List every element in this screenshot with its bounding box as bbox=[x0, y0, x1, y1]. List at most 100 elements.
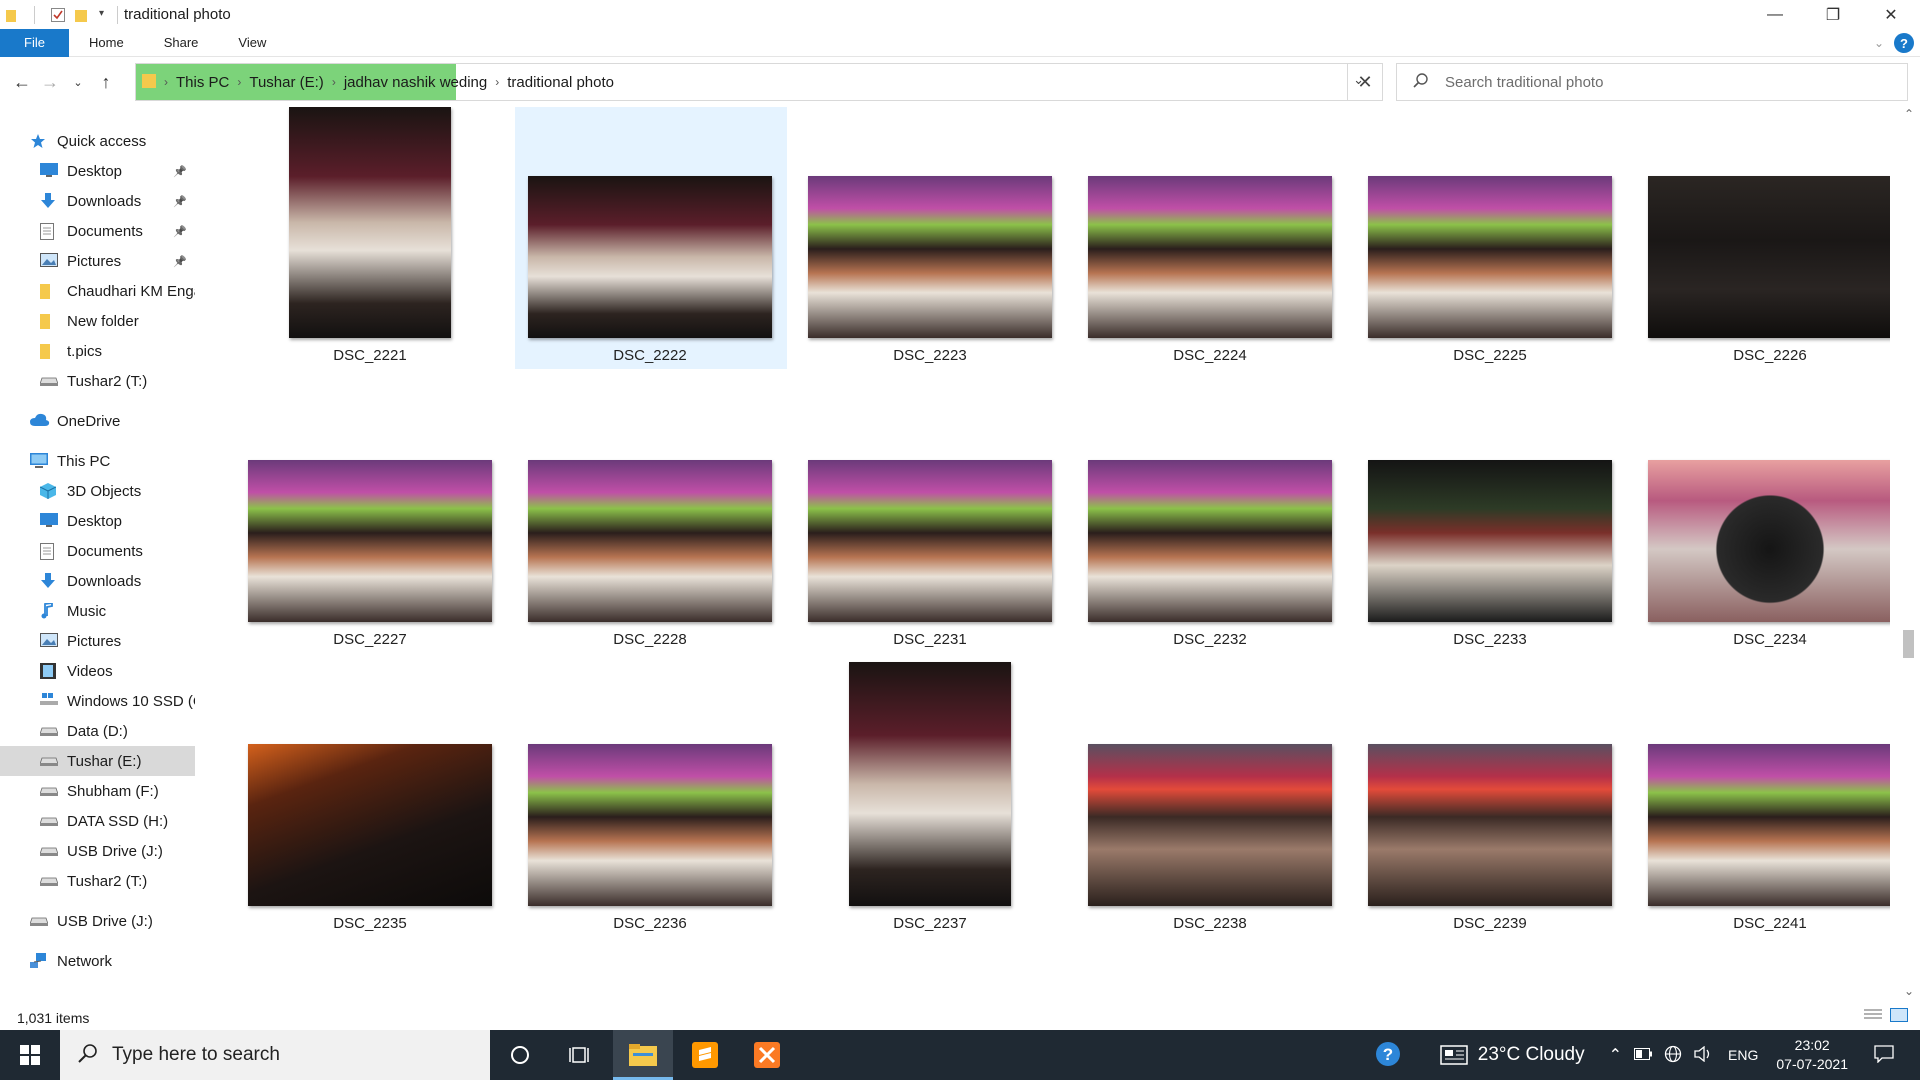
sidebar-item[interactable]: OneDrive bbox=[0, 406, 195, 436]
sidebar-item[interactable]: Shubham (F:) bbox=[0, 776, 195, 806]
photo-preview bbox=[1088, 460, 1332, 622]
sidebar-item[interactable]: Desktop bbox=[0, 506, 195, 536]
xampp-taskbar-button[interactable] bbox=[737, 1030, 797, 1080]
sidebar-item[interactable]: Network bbox=[0, 946, 195, 976]
tab-share[interactable]: Share bbox=[144, 29, 219, 57]
sidebar-item[interactable]: USB Drive (J:) bbox=[0, 836, 195, 866]
sidebar-item-label: This PC bbox=[57, 452, 111, 470]
tab-file[interactable]: File bbox=[0, 28, 69, 57]
drive-icon bbox=[39, 783, 59, 799]
sidebar-item[interactable]: Documents bbox=[0, 536, 195, 566]
vertical-scrollbar[interactable]: ⌃ ⌄ bbox=[1898, 107, 1920, 1000]
close-button[interactable]: ✕ bbox=[1862, 0, 1920, 29]
taskbar-search[interactable] bbox=[60, 1030, 490, 1080]
file-name: DSC_2238 bbox=[1173, 915, 1247, 932]
sidebar-item[interactable]: USB Drive (J:) bbox=[0, 906, 195, 936]
breadcrumb-drive[interactable]: Tushar (E:) bbox=[243, 74, 329, 91]
item-count: 1,031 items bbox=[17, 1009, 90, 1026]
sidebar-item[interactable]: Data (D:) bbox=[0, 716, 195, 746]
help-icon[interactable]: ? bbox=[1894, 33, 1914, 53]
volume-icon[interactable] bbox=[1694, 1045, 1714, 1065]
weather-widget[interactable]: 23°C Cloudy bbox=[1440, 1044, 1585, 1066]
scrollbar-thumb[interactable] bbox=[1903, 630, 1914, 658]
sidebar-item[interactable]: Videos bbox=[0, 656, 195, 686]
breadcrumb-folder[interactable]: jadhav nashik weding bbox=[338, 74, 493, 91]
tab-home[interactable]: Home bbox=[69, 29, 144, 57]
chevron-right-icon[interactable]: › bbox=[493, 75, 501, 89]
scroll-down-icon[interactable]: ⌄ bbox=[1904, 984, 1914, 998]
pin-icon: 📌 bbox=[173, 165, 187, 178]
scroll-up-icon[interactable]: ⌃ bbox=[1904, 107, 1914, 121]
sidebar-item-label: DATA SSD (H:) bbox=[67, 812, 169, 830]
new-folder-icon[interactable] bbox=[75, 8, 89, 22]
chevron-right-icon[interactable]: › bbox=[235, 75, 243, 89]
details-view-icon[interactable] bbox=[1864, 1008, 1882, 1027]
network-icon bbox=[30, 953, 48, 969]
desktop-icon bbox=[40, 163, 58, 179]
back-arrow-icon[interactable]: ← bbox=[8, 67, 36, 97]
file-explorer-window: ▾ traditional photo — ❐ ✕ File Home Shar… bbox=[0, 0, 1920, 1080]
minimize-button[interactable]: — bbox=[1746, 0, 1804, 29]
sidebar-item[interactable]: Documents 📌 bbox=[0, 216, 195, 246]
large-icons-view-icon[interactable] bbox=[1890, 1008, 1908, 1027]
sidebar-item[interactable]: Pictures 📌 bbox=[0, 246, 195, 276]
sidebar-item[interactable]: Music bbox=[0, 596, 195, 626]
sidebar-item[interactable]: This PC bbox=[0, 446, 195, 476]
expand-ribbon-icon[interactable]: ⌄ bbox=[1874, 36, 1884, 50]
search-input[interactable] bbox=[1445, 73, 1885, 91]
sidebar-item[interactable]: Quick access bbox=[0, 126, 195, 156]
video-icon bbox=[40, 663, 58, 679]
sidebar-item[interactable]: t.pics bbox=[0, 336, 195, 366]
task-view-button[interactable] bbox=[550, 1030, 610, 1080]
sidebar-item[interactable]: 3D Objects bbox=[0, 476, 195, 506]
sidebar-item[interactable]: Chaudhari KM Enga bbox=[0, 276, 195, 306]
maximize-button[interactable]: ❐ bbox=[1804, 0, 1862, 29]
download-icon bbox=[40, 573, 58, 589]
cortana-button[interactable] bbox=[490, 1030, 550, 1080]
sidebar-item[interactable]: Tushar (E:) bbox=[0, 746, 195, 776]
file-explorer-taskbar-button[interactable] bbox=[613, 1030, 673, 1080]
notifications-icon[interactable] bbox=[1874, 1044, 1894, 1066]
sidebar-item-label: Documents bbox=[67, 222, 143, 240]
breadcrumb-current[interactable]: traditional photo bbox=[501, 74, 620, 91]
properties-icon[interactable] bbox=[51, 7, 65, 22]
sidebar-item[interactable]: Desktop 📌 bbox=[0, 156, 195, 186]
title-bar: ▾ traditional photo — ❐ ✕ bbox=[0, 0, 1920, 29]
sidebar-item[interactable]: New folder bbox=[0, 306, 195, 336]
search-icon bbox=[78, 1043, 98, 1068]
input-language[interactable]: ENG bbox=[1728, 1047, 1758, 1063]
chevron-right-icon[interactable]: › bbox=[330, 75, 338, 89]
sidebar-item[interactable]: Windows 10 SSD (C bbox=[0, 686, 195, 716]
sidebar-item[interactable]: Downloads 📌 bbox=[0, 186, 195, 216]
forward-arrow-icon[interactable]: → bbox=[36, 67, 64, 97]
sublime-text-taskbar-button[interactable] bbox=[675, 1030, 735, 1080]
start-button[interactable] bbox=[0, 1030, 60, 1080]
sidebar-item[interactable]: Tushar2 (T:) bbox=[0, 366, 195, 396]
sidebar-item-label: Quick access bbox=[57, 132, 147, 150]
recent-locations-icon[interactable]: ⌄ bbox=[64, 67, 92, 97]
battery-icon[interactable] bbox=[1634, 1047, 1653, 1063]
download-icon bbox=[40, 193, 58, 209]
network-globe-icon[interactable] bbox=[1664, 1045, 1682, 1066]
stop-button[interactable]: ✕ bbox=[1347, 63, 1383, 101]
clock[interactable]: 23:02 07-07-2021 bbox=[1776, 1036, 1848, 1074]
windows-drive-icon bbox=[40, 693, 58, 709]
sidebar-item-label: Tushar (E:) bbox=[67, 752, 142, 770]
file-explorer-icon bbox=[629, 1044, 657, 1066]
taskbar-search-input[interactable] bbox=[112, 1044, 452, 1066]
breadcrumb-this-pc[interactable]: This PC bbox=[170, 74, 235, 91]
address-bar[interactable]: › This PC › Tushar (E:) › jadhav nashik … bbox=[135, 63, 1383, 101]
customize-quick-access-icon[interactable]: ▾ bbox=[99, 8, 113, 22]
photo-preview bbox=[528, 744, 772, 906]
up-arrow-icon[interactable]: ↑ bbox=[92, 67, 120, 97]
help-tray-icon[interactable]: ? bbox=[1374, 1040, 1402, 1071]
sidebar-item[interactable]: Downloads bbox=[0, 566, 195, 596]
sidebar-item[interactable]: Tushar2 (T:) bbox=[0, 866, 195, 896]
search-box[interactable] bbox=[1396, 63, 1908, 101]
show-hidden-icons-icon[interactable]: ⌃ bbox=[1609, 1045, 1622, 1065]
folder-icon[interactable] bbox=[6, 8, 20, 22]
star-icon bbox=[30, 133, 48, 149]
sidebar-item[interactable]: Pictures bbox=[0, 626, 195, 656]
tab-view[interactable]: View bbox=[218, 29, 286, 57]
sidebar-item[interactable]: DATA SSD (H:) bbox=[0, 806, 195, 836]
